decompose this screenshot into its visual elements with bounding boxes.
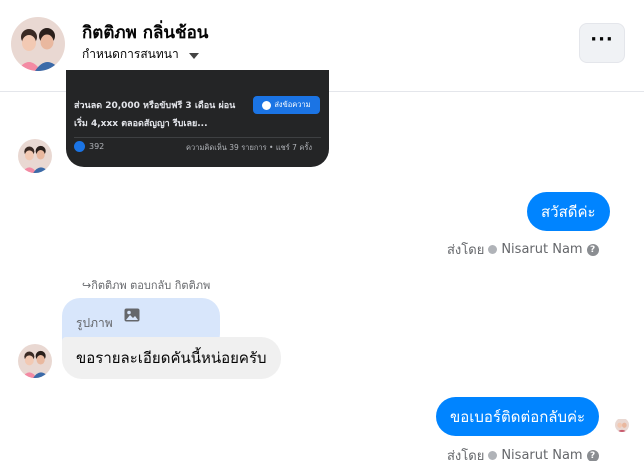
conversation-schedule-dropdown[interactable]: กำหนดการสนทนา [82,45,199,64]
ad-preview-card[interactable]: ส่วนลด 20,000 หรือขับฟรี 3 เดือน ผ่อน เร… [66,70,329,167]
outgoing-message[interactable]: สวัสดีค่ะ [527,192,610,231]
sent-by-name[interactable]: Nisarut Nam [501,448,582,461]
like-icon [74,141,85,152]
seen-avatar [615,418,629,432]
ad-text-line-2: เริ่ม 4,xxx ตลอดสัญญา รีบเลย... [74,119,208,129]
caret-down-icon [188,52,199,59]
sent-by-prefix: ส่งโดย [447,449,485,461]
sender-avatar[interactable] [18,139,52,173]
quoted-message-text: รูปภาพ [76,316,113,330]
ad-divider [74,137,321,138]
reply-indicator: ↪กิตติภพ ตอบกลับ กิตติภพ [82,279,211,292]
sent-by-name[interactable]: Nisarut Nam [501,242,582,257]
ad-stats[interactable]: ความคิดเห็น 39 รายการ • แชร์ 7 ครั้ง [186,142,312,154]
more-options-button[interactable]: ··· [579,23,625,63]
conversation-schedule-label: กำหนดการสนทนา [82,47,179,61]
sender-avatar[interactable] [18,344,52,378]
help-icon[interactable]: ? [586,449,599,461]
contact-name[interactable]: กิตติภพ กลิ่นช้อน [82,19,208,46]
like-count-value: 392 [89,142,105,151]
incoming-message[interactable]: ขอรายละเอียดคันนี้หน่อยครับ [62,337,281,379]
messenger-icon [262,100,272,110]
more-options-label: ··· [590,28,614,50]
outgoing-message[interactable]: ขอเบอร์ติดต่อกลับค่ะ [436,397,600,436]
sent-by-line: ส่งโดย Nisarut Nam ? [447,445,599,461]
ad-like-count[interactable]: 392 [74,141,104,152]
sent-check-icon [488,245,498,254]
sent-by-line: ส่งโดย Nisarut Nam ? [447,239,599,260]
help-icon[interactable]: ? [586,243,599,256]
image-icon [124,308,140,322]
ad-text: ส่วนลด 20,000 หรือขับฟรี 3 เดือน ผ่อน เร… [74,97,254,133]
sent-check-icon [488,451,498,460]
ad-send-message-label: ส่งข้อความ [274,100,311,109]
ad-text-line-1: ส่วนลด 20,000 หรือขับฟรี 3 เดือน ผ่อน [74,101,236,111]
contact-avatar[interactable] [11,17,65,71]
ad-send-message-button[interactable]: ส่งข้อความ [253,96,320,114]
sent-by-prefix: ส่งโดย [447,243,485,258]
